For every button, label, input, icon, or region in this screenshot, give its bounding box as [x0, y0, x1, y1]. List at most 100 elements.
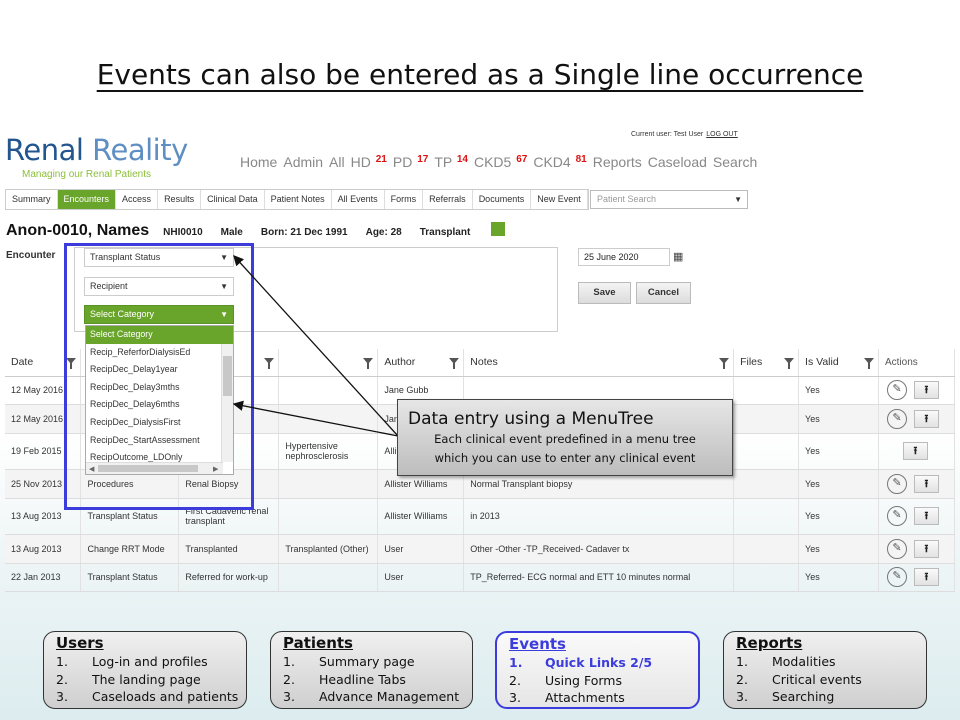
- logout-link[interactable]: LOG OUT: [706, 131, 738, 138]
- edit-icon[interactable]: ✎: [886, 380, 907, 400]
- footer-events[interactable]: Events 1. Quick Links 2/5 2. Using Forms 3…: [495, 631, 700, 709]
- logo-word-2: Reality: [83, 133, 188, 167]
- filter-icon[interactable]: [449, 358, 460, 369]
- table-row[interactable]: 22 Jan 2013 Transplant Status Referred for…: [5, 563, 956, 592]
- cell-actions: ✎ ⭱: [878, 498, 956, 535]
- cell-detail: [278, 498, 379, 535]
- footer-events-title[interactable]: Events: [509, 635, 698, 653]
- nav-pd[interactable]: PD 17: [393, 154, 428, 170]
- nav-home[interactable]: Home: [240, 154, 277, 170]
- footer-item-current[interactable]: 1. Quick Links 2/5: [509, 654, 698, 672]
- footer-item[interactable]: 1. Modalities: [736, 653, 926, 671]
- footer-users[interactable]: Users 1. Log-in and profiles 2. The landin…: [43, 631, 247, 709]
- filter-icon[interactable]: [784, 358, 795, 369]
- edit-icon[interactable]: ✎: [886, 506, 907, 526]
- cell-valid: Yes: [798, 433, 879, 470]
- cell-author: User: [377, 534, 465, 564]
- col-actions-header: Actions: [878, 349, 956, 377]
- edit-icon[interactable]: ✎: [886, 567, 907, 587]
- footer-patients[interactable]: Patients 1. Summary page 2. Headline Tabs …: [270, 631, 473, 709]
- nav-all[interactable]: All: [329, 154, 345, 170]
- cell-event: Referred for work-up: [178, 563, 280, 592]
- chevron-down-icon: ▼: [734, 195, 742, 204]
- cell-valid: Yes: [798, 376, 879, 405]
- callout-title: Data entry using a MenuTree: [408, 409, 654, 429]
- footer-item[interactable]: 2. Critical events: [736, 671, 926, 689]
- upload-icon[interactable]: ⭱: [913, 381, 939, 399]
- logo-tagline: Managing our Renal Patients: [22, 169, 151, 180]
- table-row[interactable]: 13 Aug 2013 Change RRT Mode Transplanted Tr…: [5, 534, 956, 564]
- col-author-header[interactable]: Author: [377, 349, 465, 377]
- cell-actions: ✎ ⭱: [878, 404, 956, 434]
- cell-files: [733, 563, 800, 592]
- tab-referrals[interactable]: Referrals: [423, 190, 473, 209]
- tab-new-event[interactable]: New Event: [531, 190, 588, 209]
- upload-icon[interactable]: ⭱: [902, 442, 928, 460]
- nav-reports[interactable]: Reports: [593, 154, 642, 170]
- filter-icon[interactable]: [719, 358, 730, 369]
- tab-summary[interactable]: Summary: [6, 190, 58, 209]
- nav-tp[interactable]: TP 14: [434, 154, 468, 170]
- patient-search-select[interactable]: Patient Search ▼: [590, 190, 748, 209]
- filter-icon[interactable]: [363, 358, 374, 369]
- cell-valid: Yes: [798, 469, 879, 499]
- footer-item[interactable]: 2. Headline Tabs: [283, 671, 472, 689]
- cell-type: Change RRT Mode: [80, 534, 180, 564]
- footer-reports[interactable]: Reports 1. Modalities 2. Critical events 3…: [723, 631, 927, 709]
- cell-detail: Transplanted (Other): [278, 534, 379, 564]
- footer-item[interactable]: 3. Searching: [736, 688, 926, 706]
- cell-files: [733, 469, 800, 499]
- upload-icon[interactable]: ⭱: [913, 474, 939, 493]
- current-user-label: Current user: Test User: [631, 131, 704, 138]
- tab-encounters[interactable]: Encounters: [57, 190, 117, 209]
- footer-item[interactable]: 3. Caseloads and patients: [56, 688, 246, 706]
- nav-hd[interactable]: HD 21: [351, 154, 387, 170]
- upload-icon[interactable]: ⭱: [913, 568, 939, 586]
- cell-valid: Yes: [798, 498, 879, 535]
- edit-icon[interactable]: ✎: [886, 408, 907, 429]
- edit-icon[interactable]: ✎: [886, 538, 907, 559]
- footer-item[interactable]: 1. Log-in and profiles: [56, 653, 246, 671]
- nav-search[interactable]: Search: [713, 154, 757, 170]
- cancel-button[interactable]: Cancel: [636, 282, 691, 304]
- footer-item[interactable]: 2. The landing page: [56, 671, 246, 689]
- cell-author: Allister Williams: [377, 498, 465, 535]
- event-date-input[interactable]: 25 June 2020: [578, 248, 670, 266]
- cell-actions: ✎ ⭱: [878, 376, 956, 405]
- tab-patient-notes[interactable]: Patient Notes: [265, 190, 332, 209]
- tab-access[interactable]: Access: [116, 190, 159, 209]
- status-indicator: [491, 222, 505, 236]
- tab-forms[interactable]: Forms: [385, 190, 424, 209]
- footer-reports-title[interactable]: Reports: [736, 634, 926, 652]
- tab-clinical-data[interactable]: Clinical Data: [201, 190, 265, 209]
- cell-files: [733, 534, 800, 564]
- upload-icon[interactable]: ⭱: [913, 507, 939, 525]
- calendar-icon[interactable]: ▦: [673, 250, 687, 264]
- nav-admin[interactable]: Admin: [283, 154, 323, 170]
- footer-item[interactable]: 2. Using Forms: [509, 672, 698, 690]
- footer-users-title[interactable]: Users: [56, 634, 246, 652]
- save-button[interactable]: Save: [578, 282, 631, 304]
- upload-icon[interactable]: ⭱: [913, 539, 939, 558]
- footer-item[interactable]: 1. Summary page: [283, 653, 472, 671]
- col-notes-header[interactable]: Notes: [463, 349, 735, 377]
- upload-icon[interactable]: ⭱: [913, 409, 939, 428]
- tab-documents[interactable]: Documents: [473, 190, 532, 209]
- col-valid-header[interactable]: Is Valid: [798, 349, 879, 377]
- filter-icon[interactable]: [264, 358, 275, 369]
- nav-ckd5[interactable]: CKD5 67: [474, 154, 527, 170]
- edit-icon[interactable]: ✎: [886, 473, 907, 494]
- nav-ckd4-count: 81: [575, 154, 587, 165]
- filter-icon[interactable]: [863, 358, 874, 369]
- nav-caseload[interactable]: Caseload: [648, 154, 707, 170]
- footer-patients-title[interactable]: Patients: [283, 634, 472, 652]
- col-files-header[interactable]: Files: [733, 349, 800, 377]
- nav-ckd4[interactable]: CKD4 81: [533, 154, 586, 170]
- cell-event: Transplanted: [178, 534, 280, 564]
- tab-all-events[interactable]: All Events: [332, 190, 385, 209]
- col-detail-header[interactable]: [278, 349, 379, 377]
- app-logo[interactable]: Renal Reality: [5, 133, 188, 167]
- footer-item[interactable]: 3. Advance Management: [283, 688, 472, 706]
- footer-item[interactable]: 3. Attachments: [509, 689, 698, 707]
- tab-results[interactable]: Results: [158, 190, 202, 209]
